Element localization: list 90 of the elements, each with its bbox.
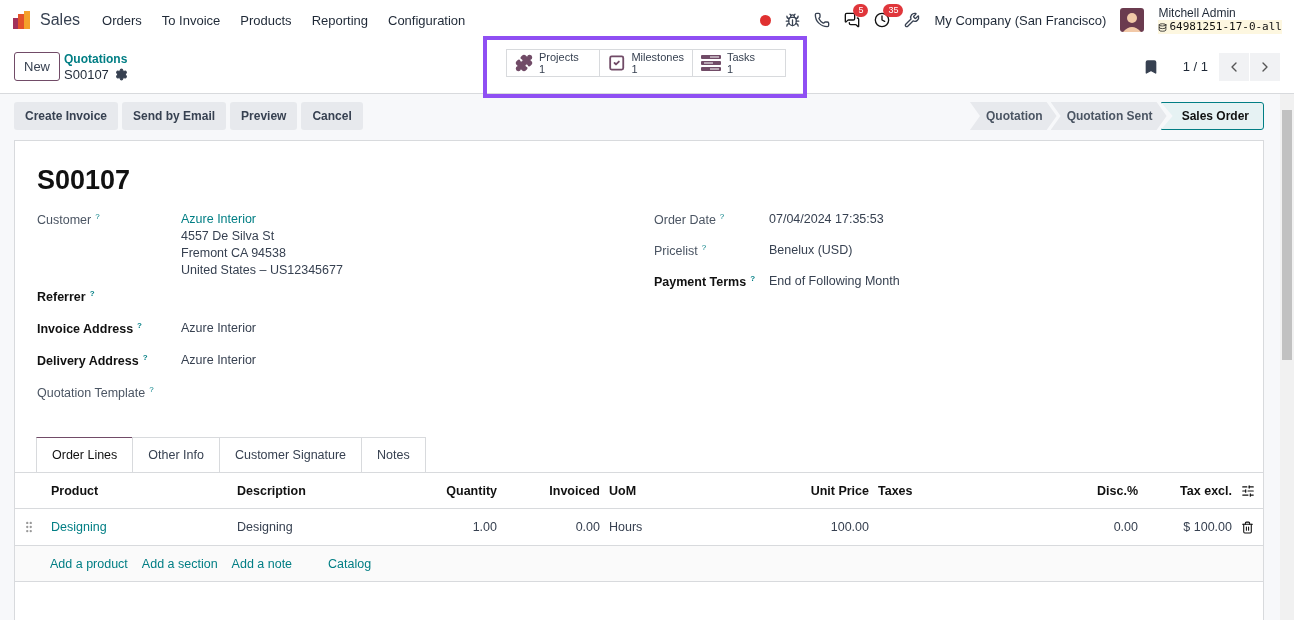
field-label: Payment Terms $^{?}$ — [654, 274, 757, 292]
clock-icon[interactable] — [874, 12, 891, 28]
help-mark[interactable]: ? — [719, 212, 725, 221]
help-mark[interactable]: ? — [701, 243, 707, 252]
smart-button[interactable]: Milestones 1 — [599, 49, 693, 77]
database-icon — [1158, 22, 1168, 32]
notification-badge: 5 — [853, 4, 869, 17]
tab[interactable]: Order Lines — [36, 437, 134, 473]
company-name[interactable]: My Company (San Francisco) — [934, 12, 1107, 28]
column-header[interactable]: Description — [237, 483, 306, 498]
notification-badge: 35 — [883, 4, 904, 17]
record-name: S00107 — [64, 66, 109, 82]
column-header[interactable]: Unit Price — [810, 483, 869, 498]
puzzle-icon — [515, 54, 533, 72]
scrollbar[interactable] — [1280, 94, 1294, 620]
column-header[interactable]: Taxes — [878, 483, 913, 498]
app-name[interactable]: Sales — [40, 11, 81, 29]
breadcrumb-link[interactable]: Quotations — [64, 51, 128, 67]
sliders-icon[interactable] — [1240, 483, 1255, 498]
customer-link[interactable]: Azure Interior — [181, 212, 654, 226]
phone-icon[interactable] — [814, 12, 831, 28]
column-header[interactable]: Disc.% — [1097, 483, 1138, 498]
action-button[interactable]: Create Invoice — [14, 102, 119, 130]
tools-icon[interactable] — [904, 12, 921, 28]
help-mark[interactable]: ? — [137, 321, 142, 330]
status-stage[interactable]: Sales Order — [1160, 102, 1264, 130]
status-stage[interactable]: Quotation Sent — [1050, 102, 1167, 130]
trash-icon[interactable] — [1241, 520, 1254, 534]
smart-button[interactable]: Projects 1 — [506, 49, 600, 77]
menu-item[interactable]: Configuration — [378, 12, 476, 28]
field-value: 4557 De Silva St — [181, 229, 276, 243]
settings-icon[interactable] — [114, 67, 128, 81]
menu-item[interactable]: Orders — [92, 12, 152, 28]
field-value: Azure Interior — [181, 353, 258, 367]
action-button[interactable]: Preview — [230, 102, 298, 130]
product-link[interactable]: Designing — [51, 520, 107, 534]
field-value: Fremont CA 94538 — [181, 246, 287, 260]
help-mark[interactable]: ? — [142, 353, 148, 362]
smart-button[interactable]: Tasks 1 — [692, 49, 786, 77]
field-value: 07/04/2024 17:35:53 — [769, 212, 885, 226]
field-label: Referrer $^{?}$ — [37, 289, 96, 307]
table-cell: Hours — [609, 520, 643, 534]
avatar[interactable] — [1120, 8, 1145, 32]
new-button[interactable]: New — [14, 52, 60, 81]
action-button[interactable]: Send by Email — [122, 102, 227, 130]
table-cell: 1.00 — [472, 520, 497, 534]
menu-item[interactable]: To Invoice — [151, 12, 231, 28]
table-cell: 0.00 — [1113, 520, 1138, 534]
field-label: Pricelist $^{?}$ — [654, 243, 708, 261]
field-label: Invoice Address $^{?}$ — [37, 321, 143, 339]
stacked-bars-icon — [701, 55, 721, 71]
table-cell: 0.00 — [575, 520, 600, 534]
record-dot-icon[interactable] — [760, 14, 772, 26]
field-value: Azure Interior — [181, 321, 258, 335]
help-mark[interactable]: ? — [89, 289, 95, 298]
app-logo — [12, 10, 32, 30]
add-line-link[interactable]: Add a note — [231, 556, 293, 571]
column-header[interactable]: Quantity — [446, 483, 497, 498]
field-label: Order Date $^{?}$ — [654, 212, 726, 230]
database-name: 64981251-17-0-all — [1158, 20, 1282, 34]
column-header[interactable]: UoM — [609, 483, 637, 498]
checkbox-icon — [608, 54, 626, 72]
table-cell: Designing — [237, 520, 293, 534]
tab[interactable]: Notes — [361, 437, 426, 473]
menu-item[interactable]: Reporting — [301, 12, 378, 28]
user-name[interactable]: Mitchell Admin — [1158, 6, 1282, 20]
column-header[interactable]: Invoiced — [549, 483, 600, 498]
field-label: Quotation Template $^{?}$ — [37, 385, 155, 403]
action-button[interactable]: Cancel — [301, 102, 363, 130]
table-cell: $ 100.00 — [1183, 520, 1232, 534]
field-value: Benelux (USD) — [769, 243, 854, 257]
status-stage[interactable]: Quotation — [969, 102, 1057, 130]
field-label: Delivery Address $^{?}$ — [37, 353, 149, 371]
field-value: United States – US12345677 — [181, 263, 344, 277]
record-title: S00107 — [37, 165, 132, 196]
chat-icon[interactable] — [844, 12, 861, 28]
help-mark[interactable]: ? — [750, 274, 756, 283]
add-line-link[interactable]: Catalog — [328, 556, 372, 571]
menu-item[interactable]: Products — [230, 12, 302, 28]
field-label: Customer $^{?}$ — [37, 212, 101, 230]
help-mark[interactable]: ? — [149, 385, 154, 394]
add-line-link[interactable]: Add a product — [50, 556, 128, 571]
table-cell: 100.00 — [830, 520, 869, 534]
pager-value[interactable]: 1 / 1 — [1182, 59, 1208, 74]
add-line-link[interactable]: Add a section — [141, 556, 218, 571]
column-header[interactable]: Tax excl. — [1180, 483, 1232, 498]
bug-icon[interactable] — [785, 12, 801, 28]
help-mark[interactable]: ? — [95, 212, 100, 221]
field-value: End of Following Month — [769, 274, 901, 288]
column-header[interactable]: Product — [51, 483, 99, 498]
